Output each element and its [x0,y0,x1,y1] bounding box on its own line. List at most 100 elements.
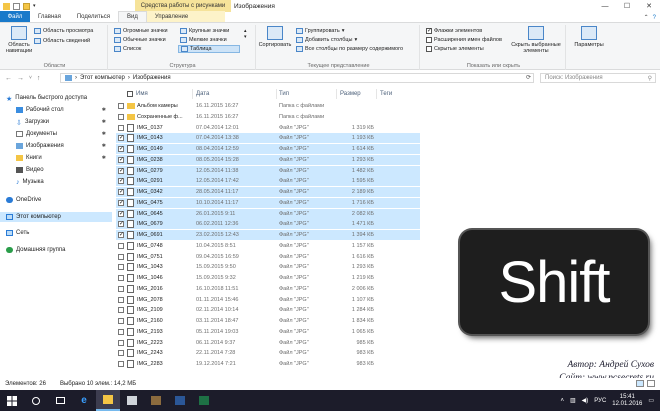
breadcrumb-separator-icon[interactable]: › [75,75,77,81]
add-columns-button[interactable]: Добавить столбцы ▾ [296,37,357,43]
nav-network[interactable]: Сеть [0,228,112,238]
notifications-icon[interactable]: ▭ [648,397,654,404]
back-arrow-icon[interactable]: ← [5,75,12,82]
table-row[interactable]: IMG_2243 22.11.2014 7:28 Файл "JPG" 983 КБ [116,348,420,358]
large-icons-view-icon[interactable] [647,380,655,387]
breadcrumb-separator-icon[interactable]: › [128,75,130,81]
nav-music[interactable]: ♪ Музыка [0,177,112,187]
tab-home[interactable]: Главная [30,11,69,22]
table-row[interactable]: IMG_0238 08.05.2014 15:28 Файл "JPG" 1 293 … [116,154,420,165]
nav-homegroup[interactable]: Домашняя группа [0,245,112,255]
breadcrumb-pictures[interactable]: Изображения [133,75,171,81]
nav-pane-button[interactable]: Область навигации [5,26,33,54]
row-checkbox[interactable] [118,296,124,303]
row-checkbox[interactable] [118,285,124,292]
table-row[interactable]: IMG_0149 08.04.2014 12:59 Файл "JPG" 1 614 … [116,144,420,154]
row-checkbox[interactable] [118,328,124,335]
row-checkbox[interactable] [118,350,124,357]
checkbox-checked[interactable] [426,27,432,34]
row-checkbox[interactable] [118,253,124,260]
maximize-button[interactable]: ☐ [616,0,638,12]
view-medium-icons[interactable]: Обычные значки [114,37,166,43]
tab-view[interactable]: Вид [117,11,147,22]
select-all-checkbox[interactable] [127,91,133,97]
row-checkbox[interactable] [118,145,124,152]
view-small-icons[interactable]: Мелкие значки [180,37,227,43]
table-row[interactable]: IMG_0279 12.05.2014 11:38 Файл "JPG" 1 482 … [116,165,420,176]
view-list[interactable]: Список [114,46,141,52]
row-checkbox[interactable] [118,103,124,109]
nav-onedrive[interactable]: OneDrive [0,195,112,205]
view-details[interactable]: Таблица [178,45,240,53]
row-checkbox[interactable] [118,242,124,249]
row-checkbox[interactable] [118,339,124,346]
details-view-icon[interactable] [636,380,644,387]
table-row[interactable]: IMG_0342 28.05.2014 11:17 Файл "JPG" 2 189 … [116,187,420,197]
nav-downloads[interactable]: ⇩ Загрузки ✱ [0,117,112,127]
row-checkbox[interactable] [118,307,124,314]
nav-documents[interactable]: Документы ✱ [0,129,112,139]
taskbar-edge[interactable]: e [72,390,96,411]
table-row[interactable]: IMG_0679 06.02.2011 12:36 Файл "JPG" 1 471 … [116,219,420,230]
new-folder-icon[interactable] [23,2,30,10]
search-taskbar-button[interactable] [24,390,48,411]
nav-books[interactable]: Книги ✱ [0,153,112,163]
options-button[interactable]: Параметры [572,26,606,48]
tab-share[interactable]: Поделиться [69,11,118,22]
collapse-ribbon-icon[interactable]: ⌃ [644,14,649,21]
start-button[interactable] [0,390,24,411]
breadcrumb-this-pc[interactable]: Этот компьютер [80,75,125,81]
table-row[interactable]: IMG_2223 06.11.2014 9:37 Файл "JPG" 985 КБ [116,338,420,348]
checkbox-unchecked[interactable] [426,37,432,43]
taskbar-app[interactable] [144,390,168,411]
volume-icon[interactable]: ◀) [582,397,589,404]
recent-chevron-icon[interactable]: ˅ [29,75,32,82]
column-header-date[interactable]: Дата [196,88,276,100]
task-view-button[interactable] [48,390,72,411]
row-checkbox[interactable] [118,177,124,185]
table-row[interactable]: IMG_2283 19.12.2014 7:21 Файл "JPG" 983 КБ [116,359,420,369]
up-arrow-icon[interactable]: ↑ [37,75,41,82]
pin-icon[interactable]: ✱ [102,107,106,113]
column-header-name[interactable]: Имя [127,88,195,100]
column-separator[interactable] [376,89,377,99]
row-checkbox[interactable] [118,156,124,163]
table-row[interactable]: IMG_1043 15.09.2015 9:50 Файл "JPG" 1 293 К… [116,262,420,272]
column-header-size[interactable]: Размер [340,88,376,100]
table-row[interactable]: IMG_1046 15.09.2015 9:32 Файл "JPG" 1 219 К… [116,273,420,283]
tray-chevron-icon[interactable]: ˄ [560,398,564,404]
properties-icon[interactable] [13,2,20,10]
row-checkbox[interactable] [118,361,124,367]
tab-manage[interactable]: Управление [146,11,225,22]
taskbar-word[interactable] [168,390,192,411]
pin-icon[interactable]: ✱ [102,143,106,149]
column-separator[interactable] [192,89,193,99]
column-separator[interactable] [276,89,277,99]
row-checkbox[interactable] [118,124,124,131]
column-header-tags[interactable]: Теги [380,88,410,100]
nav-this-pc[interactable]: Этот компьютер [0,212,112,222]
checkbox-unchecked[interactable] [426,46,432,52]
column-header-type[interactable]: Тип [279,88,339,100]
chevron-down-icon[interactable]: ▾ [33,3,36,9]
table-row[interactable]: IMG_0291 12.05.2014 17:42 Файл "JPG" 1 595 … [116,176,420,187]
hide-selected-button[interactable]: Скрыть выбранные элементы [508,26,564,54]
close-button[interactable]: ✕ [638,0,660,12]
help-icon[interactable]: ? [653,15,656,21]
hidden-items-toggle[interactable]: Скрытые элементы [426,46,484,52]
pin-icon[interactable]: ✱ [102,131,106,137]
tab-file[interactable]: Файл [0,11,30,22]
extensions-toggle[interactable]: Расширения имен файлов [426,37,502,43]
row-checkbox[interactable] [118,113,124,120]
layout-scroll-icon[interactable]: ▴ ▾ [244,28,247,40]
row-checkbox[interactable] [118,199,124,206]
table-row[interactable]: IMG_0475 10.10.2014 11:17 Файл "JPG" 1 716 … [116,197,420,208]
table-row[interactable]: IMG_2160 03.11.2014 18:47 Файл "JPG" 1 834 … [116,316,420,326]
sort-button[interactable]: Сортировать [259,26,291,48]
view-extra-large-icons[interactable]: Огромные значки [114,28,168,34]
row-checkbox[interactable] [118,167,124,174]
fit-columns-button[interactable]: Все столбцы по размеру содержимого [296,46,403,52]
group-by-button[interactable]: Группировать ▾ [296,28,345,34]
row-checkbox[interactable] [118,188,124,195]
pin-icon[interactable]: ✱ [102,119,106,125]
